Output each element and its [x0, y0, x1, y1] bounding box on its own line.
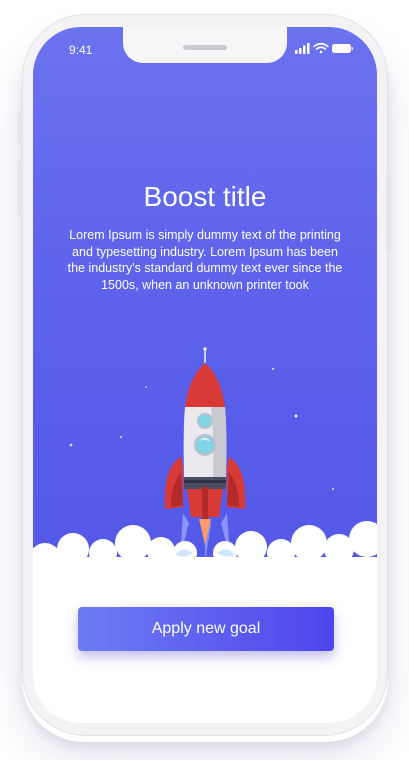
wifi-icon [313, 42, 329, 54]
signal-bars-icon [295, 43, 310, 54]
status-time: 9:41 [69, 43, 93, 57]
mute-switch [18, 112, 23, 144]
status-icons [295, 41, 355, 55]
rocket-icon [164, 347, 246, 519]
device-mockup: 9:41 Boost title Lorem Ipsum is simply d… [0, 0, 409, 760]
page-title: Boost title [143, 181, 267, 212]
volume-up-button [18, 160, 23, 216]
phone-screen: 9:41 Boost title Lorem Ipsum is simply d… [33, 27, 377, 723]
power-button [386, 174, 391, 252]
hero-panel: 9:41 Boost title Lorem Ipsum is simply d… [33, 27, 377, 587]
battery-icon [332, 44, 354, 53]
rocket-launch-illustration [33, 347, 377, 587]
apply-goal-button[interactable]: Apply new goal [78, 607, 334, 651]
speaker-grille [183, 45, 227, 50]
description-text: Lorem Ipsum is simply dummy text of the … [67, 228, 343, 292]
